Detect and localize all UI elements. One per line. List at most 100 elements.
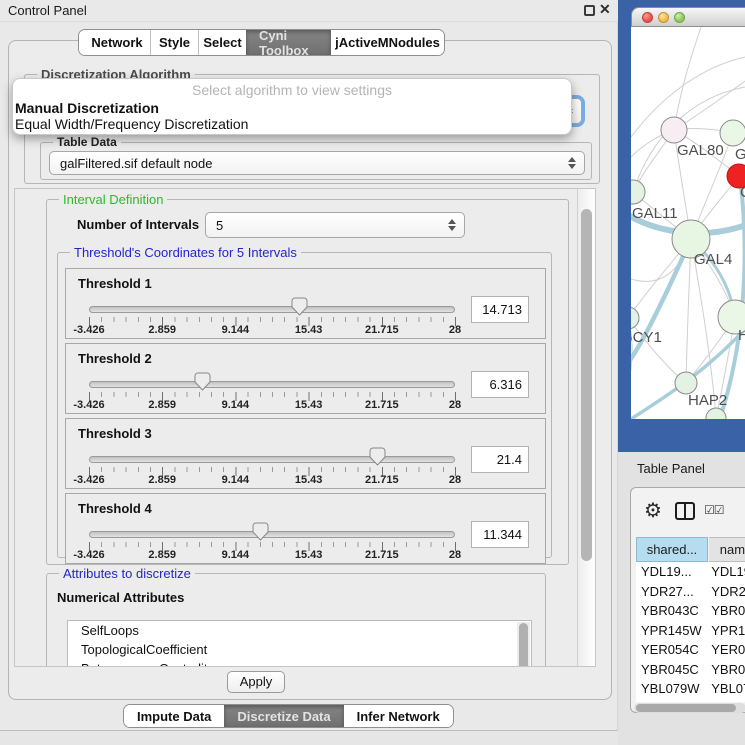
settings-scroll-pane: Interval Definition Number of Intervals …: [14, 188, 596, 667]
threshold-value-field[interactable]: 21.4: [471, 446, 529, 473]
threshold-value-field[interactable]: 11.344: [471, 521, 529, 548]
tick-label: 2.859: [148, 474, 176, 486]
slider-thumb[interactable]: [369, 447, 386, 466]
column-header-name[interactable]: name: [709, 537, 745, 562]
tab-impute-data[interactable]: Impute Data: [124, 705, 224, 727]
table-data-combo[interactable]: galFiltered.sif default node: [49, 151, 585, 175]
slider-track[interactable]: [89, 531, 455, 538]
tick-label: 2.859: [148, 399, 176, 411]
threshold-label: Threshold 4: [78, 501, 152, 516]
slider-thumb[interactable]: [291, 297, 308, 316]
network-node[interactable]: [675, 372, 697, 394]
tab-network[interactable]: Network: [79, 30, 150, 55]
slider-track[interactable]: [89, 381, 455, 388]
node-label: GAL11: [632, 205, 678, 222]
number-of-intervals-label: Number of Intervals: [77, 217, 199, 232]
table-row[interactable]: YER054CYER054C: [636, 640, 745, 660]
table-row[interactable]: YPR145WYPR145W: [636, 621, 745, 641]
table-row[interactable]: YBL079WYBL079W: [636, 679, 745, 699]
cell-name: YDR27...: [706, 582, 745, 602]
cell-name: YLR345W: [706, 699, 745, 703]
table-row[interactable]: YBR045CYBR045C: [636, 660, 745, 680]
mac-close-icon[interactable]: [642, 12, 653, 23]
cell-name: YER054C: [706, 640, 745, 660]
apply-button[interactable]: Apply: [227, 671, 285, 693]
network-edge: [631, 318, 686, 383]
mac-minimize-icon[interactable]: [658, 12, 669, 23]
dropdown-option-manual-discretization[interactable]: Manual Discretization: [13, 100, 571, 116]
cell-shared-name: YPR145W: [636, 621, 706, 641]
table-row[interactable]: YDR27...YDR27...: [636, 582, 745, 602]
cell-shared-name: YBL079W: [636, 679, 706, 699]
group-title: Interval Definition: [59, 192, 167, 207]
mac-zoom-icon[interactable]: [674, 12, 685, 23]
table-hscrollbar[interactable]: [634, 703, 745, 713]
tab-label: Select: [203, 35, 241, 50]
control-panel-titlebar: Control Panel ✕: [0, 0, 618, 22]
slider-thumb[interactable]: [252, 522, 269, 541]
tab-select[interactable]: Select: [198, 30, 246, 55]
slider-track[interactable]: [89, 306, 455, 313]
tick-label: 2.859: [148, 324, 176, 336]
column-layout-icon[interactable]: [675, 502, 695, 520]
tick-label: 28: [449, 399, 461, 411]
cell-shared-name: YBR043C: [636, 601, 706, 621]
numerical-attributes-list[interactable]: SelfLoopsTopologicalCoefficientBetweenne…: [67, 620, 532, 667]
tab-label: Style: [159, 35, 190, 50]
tab-label: Discretize Data: [237, 709, 330, 724]
list-item-betweennesscentrality[interactable]: BetweennessCentrality: [68, 659, 531, 667]
cell-shared-name: YDR27...: [636, 582, 706, 602]
threshold-label: Threshold 3: [78, 426, 152, 441]
tick-label: 28: [449, 549, 461, 561]
number-of-intervals-combo[interactable]: 5: [205, 212, 465, 238]
threshold-value-field[interactable]: 14.713: [471, 296, 529, 323]
table-row[interactable]: YDL19...YDL19...: [636, 562, 745, 582]
dropdown-option-equal-width-frequency-discretization[interactable]: Equal Width/Frequency Discretization: [13, 116, 571, 132]
slider-ticks: [89, 392, 456, 401]
group-title: Attributes to discretize: [59, 566, 195, 581]
tick-label: 9.144: [222, 474, 250, 486]
slider-ticks: [89, 542, 456, 551]
threshold-value-field[interactable]: 6.316: [471, 371, 529, 398]
table-row[interactable]: YLR345WYLR345W: [636, 699, 745, 703]
column-header-shared-name[interactable]: shared...: [636, 537, 708, 562]
network-view-canvas[interactable]: GAL80GACGAL11GAL4GCY1HHAP2: [631, 27, 745, 419]
cell-name: YPR145W: [706, 621, 745, 641]
tick-label: -3.426: [73, 474, 104, 486]
table-panel: ⚙ ☑☑ shared... name YDL19...YDL19...YDR2…: [630, 487, 745, 713]
tab-discretize-data[interactable]: Discretize Data: [224, 705, 343, 727]
tab-infer-network[interactable]: Infer Network: [344, 705, 453, 727]
tick-label: 9.144: [222, 549, 250, 561]
cell-name: YBR043C: [706, 601, 745, 621]
slider-track[interactable]: [89, 456, 455, 463]
network-node[interactable]: [661, 117, 687, 143]
slider-thumb[interactable]: [194, 372, 211, 391]
list-item-topologicalcoefficient[interactable]: TopologicalCoefficient: [68, 640, 531, 659]
attributes-scrollbar[interactable]: [517, 622, 530, 667]
table-rows: YDL19...YDL19...YDR27...YDR27...YBR043CY…: [636, 562, 745, 702]
table-toolbar: ⚙ ☑☑: [631, 488, 745, 534]
close-icon[interactable]: ✕: [599, 1, 611, 18]
tab-label: Impute Data: [137, 709, 211, 724]
gear-icon[interactable]: ⚙: [644, 498, 662, 523]
table-data-combo-value: galFiltered.sif default node: [60, 156, 212, 171]
tab-style[interactable]: Style: [150, 30, 198, 55]
checkboxes-icon[interactable]: ☑☑: [704, 503, 724, 517]
float-window-icon[interactable]: [584, 5, 595, 16]
network-node[interactable]: [631, 307, 639, 329]
tick-label: 2.859: [148, 549, 176, 561]
cell-shared-name: YBR045C: [636, 660, 706, 680]
tick-label: 9.144: [222, 324, 250, 336]
list-item-selfloops[interactable]: SelfLoops: [68, 621, 531, 640]
threshold-box-4: Threshold 4-3.4262.8599.14415.4321.71528…: [65, 493, 546, 564]
tab-cyni-toolbox[interactable]: Cyni Toolbox: [246, 30, 331, 55]
numerical-attributes-heading: Numerical Attributes: [57, 590, 184, 605]
settings-scrollbar[interactable]: [577, 189, 595, 666]
network-node[interactable]: [720, 120, 745, 146]
cell-shared-name: YLR345W: [636, 699, 706, 703]
algorithm-dropdown-popup: Select algorithm to view settings Manual…: [12, 78, 572, 135]
network-window-titlebar: [631, 7, 745, 27]
node-label: GCY1: [631, 329, 662, 346]
table-row[interactable]: YBR043CYBR043C: [636, 601, 745, 621]
tab-jactivemnodules[interactable]: jActiveMNodules: [331, 30, 444, 55]
